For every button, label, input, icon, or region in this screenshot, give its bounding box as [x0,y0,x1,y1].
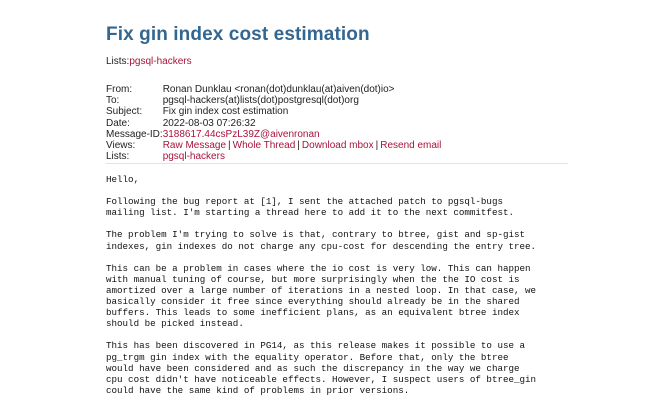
lists-header-label: Lists: [106,151,130,163]
message-paragraph: The problem I'm trying to solve is that,… [106,229,626,251]
header-row-views: Views: Raw Message | Whole Thread | Download… [106,140,576,151]
message-line: The problem I'm trying to solve is that,… [106,229,526,241]
lists-header-link[interactable]: pgsql-hackers [163,151,225,162]
message-headers: From: Ronan Dunklau <ronan(dot)dunklau(a… [106,84,576,162]
message-paragraph: This has been discovered in PG14, as thi… [106,340,626,395]
views-label: Views: [106,140,136,152]
message-line: cpu cost didn't have noticeable effects.… [106,373,537,385]
raw-message-link[interactable]: Raw Message [163,140,226,151]
message-line: could have the same kind of problems in … [106,384,410,396]
message-line: This has been discovered in PG14, as thi… [106,340,526,352]
date-value: 2022-08-03 07:26:32 [162,117,256,129]
header-divider [106,163,568,164]
header-row-message-id: Message-ID: 3188617.44csPzL39Z@aivenrona… [106,129,576,140]
header-row-date: Date: 2022-08-03 07:26:32 [106,118,576,129]
message-line: with manual tuning of course, but more s… [106,273,520,285]
resend-email-link[interactable]: Resend email [380,140,441,151]
message-line: amortized over a large number of iterati… [106,284,537,296]
to-value: pgsql-hackers(at)lists(dot)postgresql(do… [162,95,359,107]
header-row-from: From: Ronan Dunklau <ronan(dot)dunklau(a… [106,84,576,95]
from-label: From: [106,84,133,95]
header-row-subject: Subject: Fix gin index cost estimation [106,106,576,117]
download-mbox-link[interactable]: Download mbox [302,140,374,151]
header-row-to: To: pgsql-hackers(at)lists(dot)postgresq… [106,95,576,106]
views-separator: | [228,140,231,152]
subject-value: Fix gin index cost estimation [162,106,289,118]
message-line: would have been considered and as such t… [106,362,520,374]
message-paragraph: Hello, [106,174,626,185]
date-label: Date: [106,117,130,129]
header-row-lists: Lists: pgsql-hackers [106,151,576,162]
message-id-link[interactable]: 3188617.44csPzL39Z@aivenronan [163,129,320,140]
message-line: pg_trgm gin index with the equality oper… [106,351,509,363]
message-id-label: Message-ID: [106,128,163,140]
views-separator: | [297,140,300,152]
message-line: This can be a problem in cases where the… [106,262,531,274]
message-line: should be picked instead. [106,318,244,330]
message-body: Hello, Following the bug report at [1], I… [106,174,626,400]
message-line: Hello, [106,174,140,185]
message-line: buffers. This leads to some inefficient … [106,307,520,319]
message-paragraph: Following the bug report at [1], I sent … [106,196,626,218]
message-paragraph: This can be a problem in cases where the… [106,263,626,330]
message-line: basically consider it free since everyth… [106,296,520,308]
message-line: indexes, gin indexes do not charge any c… [106,240,537,252]
views-links: Raw Message | Whole Thread | Download mbox | R… [163,140,576,151]
lists-line: Lists:pgsql-hackers [106,56,192,67]
whole-thread-link[interactable]: Whole Thread [233,140,296,151]
lists-link-pgsql-hackers[interactable]: pgsql-hackers [129,56,191,67]
lists-label: Lists: [106,56,130,67]
page-title: Fix gin index cost estimation [106,24,370,45]
subject-label: Subject: [106,106,143,118]
to-label: To: [106,95,120,107]
from-value: Ronan Dunklau <ronan(dot)dunklau(at)aive… [162,84,395,95]
message-line: mailing list. I'm starting a thread here… [106,207,514,219]
message-line: Following the bug report at [1], I sent … [106,196,503,208]
